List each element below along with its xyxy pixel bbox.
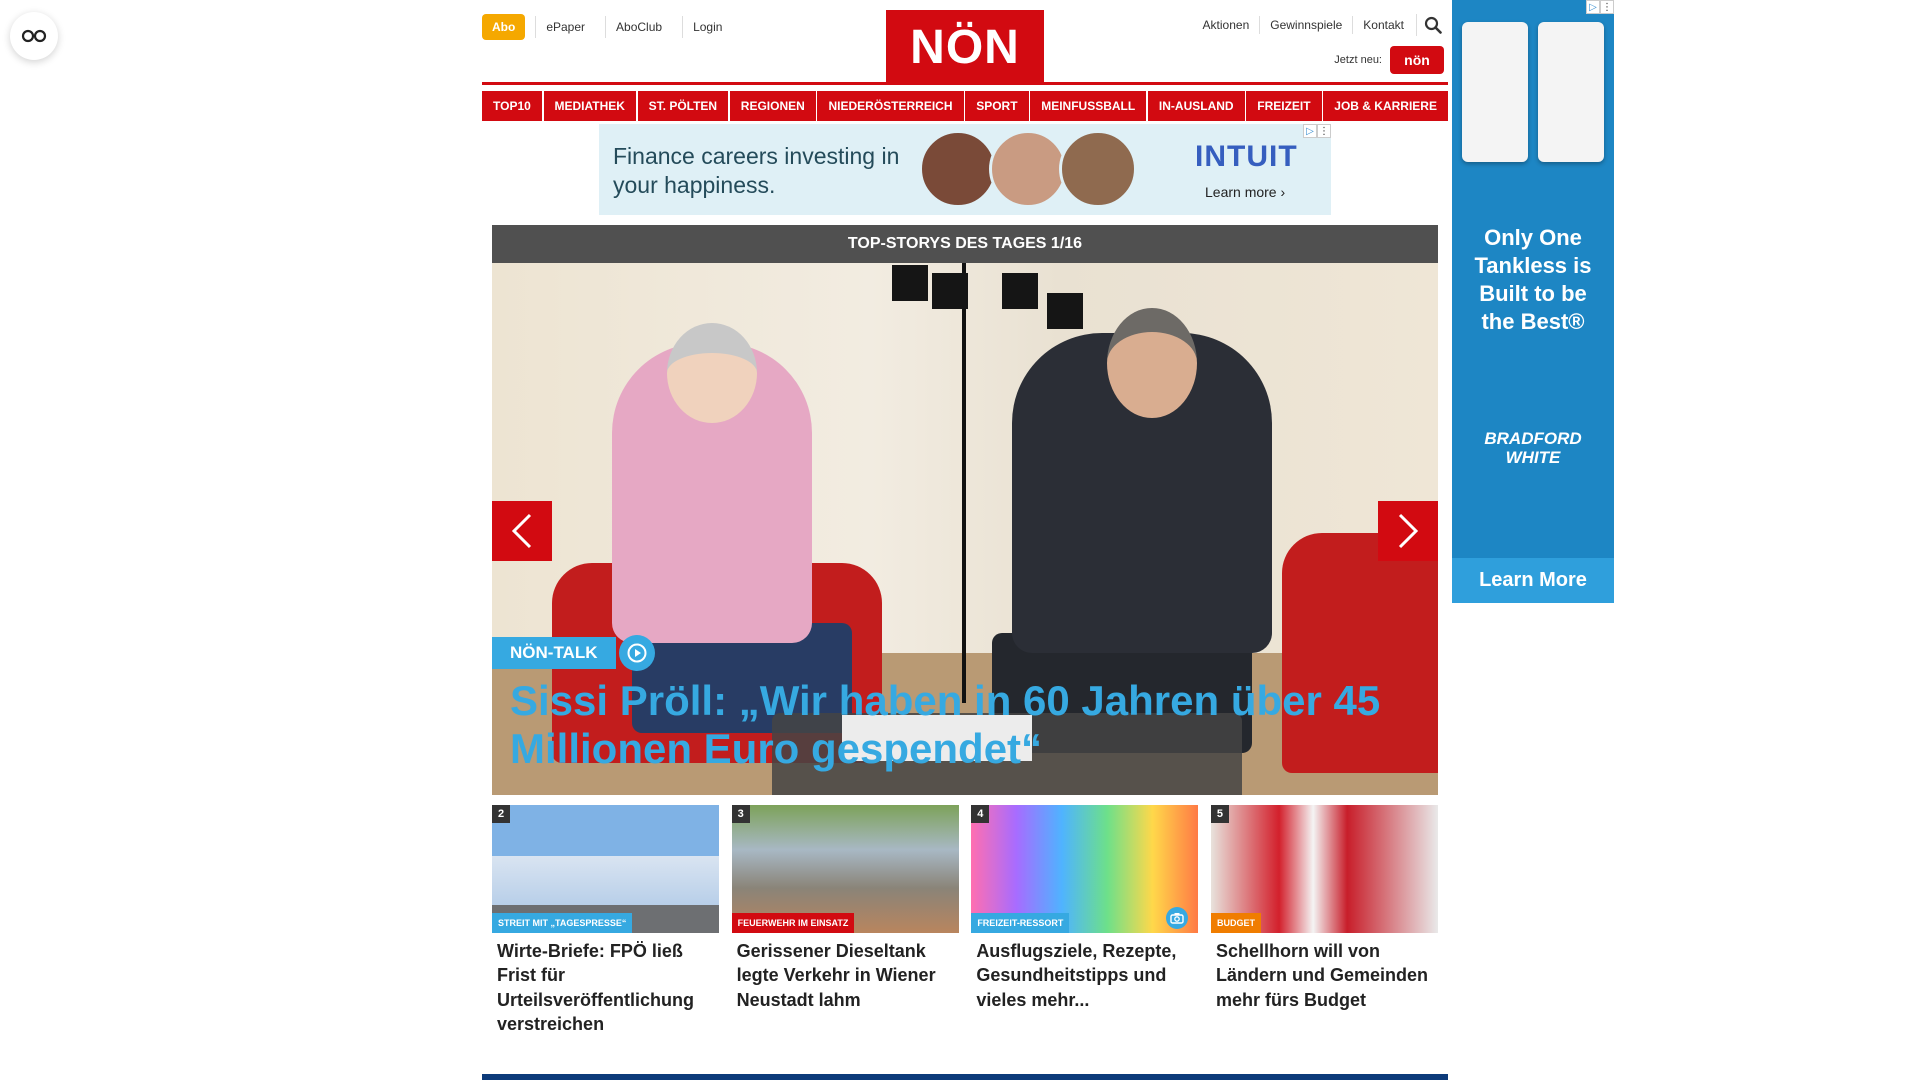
image-lamp-shade bbox=[1047, 293, 1083, 329]
glasses-icon bbox=[21, 29, 47, 43]
epaper-link[interactable]: ePaper bbox=[535, 16, 595, 38]
article-rank: 5 bbox=[1210, 805, 1229, 823]
article-card[interactable]: 3 FEUERWEHR IM EINSATZ Gerissener Diesel… bbox=[731, 805, 959, 1036]
adchoices-icon[interactable]: ▷ bbox=[1303, 124, 1317, 138]
article-title[interactable]: Schellhorn will von Ländern und Gemeinde… bbox=[1211, 933, 1438, 1012]
header-right-links: Aktionen Gewinnspiele Kontakt bbox=[1193, 14, 1448, 36]
play-icon bbox=[627, 643, 647, 663]
chevron-right-icon bbox=[1398, 513, 1419, 549]
footer-bar bbox=[482, 1074, 1448, 1080]
ad-product-unit bbox=[1462, 22, 1528, 162]
login-link[interactable]: Login bbox=[682, 16, 732, 38]
image-lamp-shade bbox=[892, 265, 928, 301]
gallery-button[interactable] bbox=[1166, 907, 1189, 929]
abo-button[interactable]: Abo bbox=[482, 14, 526, 40]
article-card[interactable]: 5 BUDGET Schellhorn will von Ländern und… bbox=[1210, 805, 1438, 1036]
article-thumbnail[interactable]: 3 FEUERWEHR IM EINSATZ bbox=[731, 805, 959, 933]
main-nav: TOP10 MEDIATHEK ST. PÖLTEN REGIONEN NIED… bbox=[482, 91, 1448, 121]
top-story-title[interactable]: Sissi Pröll: „Wir haben in 60 Jahren übe… bbox=[510, 677, 1430, 774]
nav-item-sport[interactable]: SPORT bbox=[965, 91, 1029, 121]
ad-menu-icon[interactable]: ⋮ bbox=[1317, 124, 1331, 138]
chevron-left-icon bbox=[511, 513, 532, 549]
nav-item-meinfussball[interactable]: MEINFUSSBALL bbox=[1030, 91, 1147, 121]
article-tag: BUDGET bbox=[1210, 913, 1261, 933]
ad-face-1 bbox=[919, 130, 997, 208]
article-tag: STREIT MIT „TAGESPRESSE“ bbox=[492, 913, 633, 933]
ad-face-3 bbox=[1059, 130, 1137, 208]
ad-face-2 bbox=[989, 130, 1067, 208]
article-rank: 2 bbox=[492, 805, 510, 823]
article-card[interactable]: 4 FREIZEIT-RESSORT Ausflugsziele, Rezept… bbox=[971, 805, 1199, 1036]
article-thumbnail[interactable]: 2 STREIT MIT „TAGESPRESSE“ bbox=[492, 805, 719, 933]
reader-mode-button[interactable] bbox=[10, 12, 58, 60]
kontakt-link[interactable]: Kontakt bbox=[1352, 16, 1414, 34]
image-person-left-head bbox=[667, 323, 757, 423]
nav-item-niederoesterreich[interactable]: NIEDERÖSTERREICH bbox=[817, 91, 964, 121]
article-card[interactable]: 2 STREIT MIT „TAGESPRESSE“ Wirte-Briefe:… bbox=[492, 805, 719, 1036]
nav-item-regionen[interactable]: REGIONEN bbox=[729, 91, 816, 121]
adchoices-icon[interactable]: ▷ bbox=[1586, 0, 1600, 14]
site-header: Abo ePaper AboClub Login NÖN Aktionen Ge… bbox=[482, 0, 1448, 84]
jetzt-neu-promo: Jetzt neu: nön bbox=[1334, 46, 1444, 74]
article-title[interactable]: Ausflugsziele, Rezepte, Gesundheitstipps… bbox=[971, 933, 1198, 1012]
article-thumbnail[interactable]: 5 BUDGET bbox=[1210, 805, 1438, 933]
camera-icon bbox=[1170, 913, 1185, 924]
aktionen-link[interactable]: Aktionen bbox=[1193, 16, 1260, 34]
nav-item-top10[interactable]: TOP10 bbox=[482, 91, 542, 121]
top-story-slider: TOP-STORYS DES TAGES 1/16 NÖN-TALK Sissi… bbox=[492, 225, 1438, 795]
nav-item-st-poelten[interactable]: ST. PÖLTEN bbox=[637, 91, 729, 121]
gewinnspiele-link[interactable]: Gewinnspiele bbox=[1259, 16, 1352, 34]
article-grid: 2 STREIT MIT „TAGESPRESSE“ Wirte-Briefe:… bbox=[492, 805, 1438, 1036]
side-ad-brand: BRADFORD WHITE bbox=[1484, 429, 1582, 467]
ad-headline: Finance careers investing in your happin… bbox=[613, 143, 900, 198]
nav-item-job-karriere[interactable]: JOB & KARRIERE bbox=[1323, 91, 1448, 121]
jetzt-neu-label: Jetzt neu: bbox=[1334, 54, 1382, 66]
ad-choices[interactable]: ▷ ⋮ bbox=[1303, 124, 1331, 138]
side-ad-cta-button[interactable]: Learn More bbox=[1452, 558, 1614, 603]
mini-logo-link[interactable]: nön bbox=[1390, 46, 1444, 74]
article-rank: 3 bbox=[731, 805, 750, 823]
article-title[interactable]: Gerissener Dieseltank legte Verkehr in W… bbox=[732, 933, 959, 1012]
ad-product-image bbox=[1462, 22, 1604, 162]
top-story-tag[interactable]: NÖN-TALK bbox=[492, 637, 616, 669]
side-ad-headline: Only One Tankless is Built to be the Bes… bbox=[1474, 225, 1592, 334]
header-left-links: Abo ePaper AboClub Login bbox=[482, 14, 732, 40]
slider-next-button[interactable] bbox=[1378, 501, 1438, 561]
ad-photos bbox=[919, 130, 1137, 208]
top-story-image[interactable]: NÖN-TALK Sissi Pröll: „Wir haben in 60 J… bbox=[492, 263, 1438, 795]
article-thumbnail[interactable]: 4 FREIZEIT-RESSORT bbox=[971, 805, 1199, 933]
ad-brand: INTUIT bbox=[1195, 140, 1298, 173]
ad-menu-icon[interactable]: ⋮ bbox=[1600, 0, 1614, 14]
article-title[interactable]: Wirte-Briefe: FPÖ ließ Frist für Urteils… bbox=[492, 933, 719, 1036]
ad-cta-link[interactable]: Learn more › bbox=[1205, 184, 1285, 200]
top-story-heading: TOP-STORYS DES TAGES 1/16 bbox=[492, 225, 1438, 263]
top-ad-banner[interactable]: Finance careers investing in your happin… bbox=[599, 124, 1331, 215]
search-button[interactable] bbox=[1416, 14, 1448, 36]
header-divider bbox=[482, 82, 1448, 85]
nav-item-mediathek[interactable]: MEDIATHEK bbox=[543, 91, 636, 121]
image-lamp bbox=[962, 263, 966, 703]
nav-item-freizeit[interactable]: FREIZEIT bbox=[1246, 91, 1322, 121]
article-tag: FEUERWEHR IM EINSATZ bbox=[731, 913, 855, 933]
ad-product-unit bbox=[1538, 22, 1604, 162]
article-rank: 4 bbox=[971, 805, 990, 823]
nav-item-in-ausland[interactable]: IN-AUSLAND bbox=[1147, 91, 1245, 121]
site-logo[interactable]: NÖN bbox=[886, 10, 1044, 84]
side-ad-choices[interactable]: ▷ ⋮ bbox=[1586, 0, 1614, 14]
image-person-right-head bbox=[1107, 308, 1197, 418]
image-lamp-shade bbox=[932, 273, 968, 309]
search-icon bbox=[1424, 16, 1442, 34]
aboclub-link[interactable]: AboClub bbox=[605, 16, 672, 38]
play-video-button[interactable] bbox=[619, 635, 655, 671]
image-lamp-shade bbox=[1002, 273, 1038, 309]
side-ad-banner[interactable]: Only One Tankless is Built to be the Bes… bbox=[1452, 0, 1614, 603]
article-tag: FREIZEIT-RESSORT bbox=[971, 913, 1070, 933]
slider-prev-button[interactable] bbox=[492, 501, 552, 561]
